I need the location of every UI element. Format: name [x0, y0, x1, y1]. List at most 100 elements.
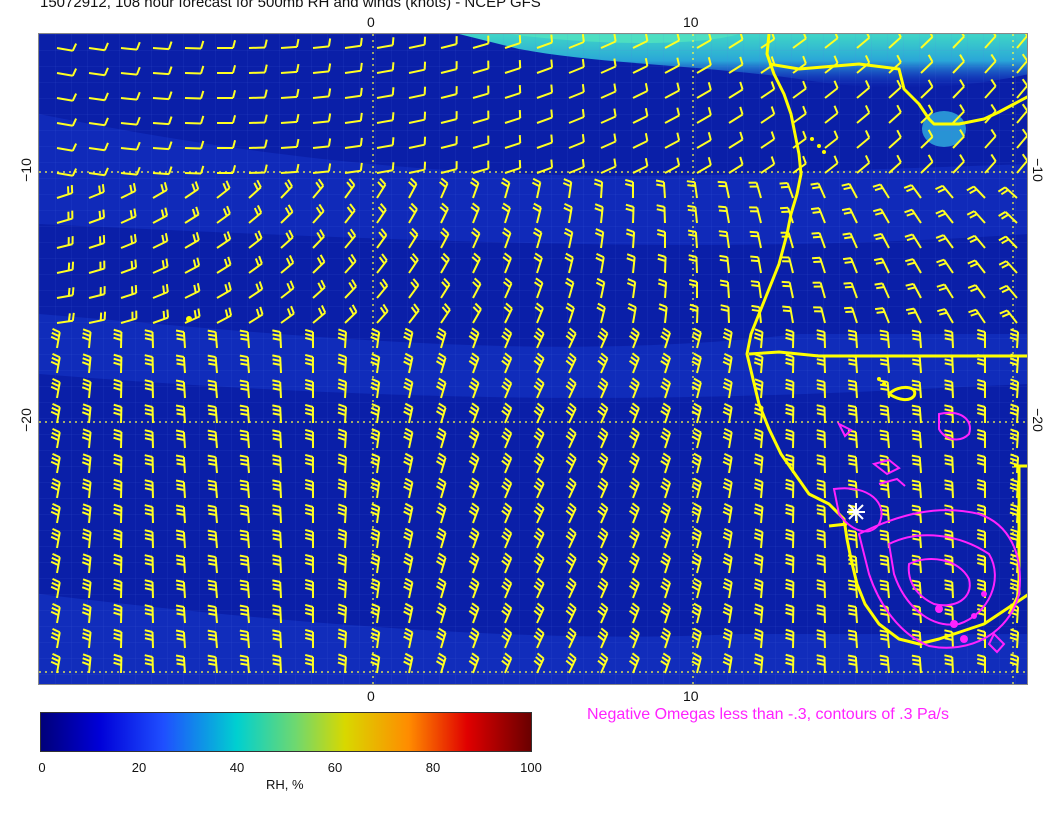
wind-barb-staff	[184, 47, 202, 50]
wind-barb-flag	[240, 637, 249, 642]
wind-barb-flag	[327, 138, 332, 147]
wind-barb-flag	[207, 608, 217, 613]
wind-barb-flag	[67, 313, 71, 322]
wind-barb-staff	[248, 171, 266, 174]
wind-barb-flag	[879, 379, 888, 384]
wind-barb-staff	[632, 231, 636, 249]
wind-barb-flag	[239, 433, 249, 438]
wind-barb-flag	[207, 454, 216, 459]
colorbar-tick-40: 40	[229, 760, 245, 775]
wind-barb-flag	[207, 354, 216, 359]
wind-barb-flag	[391, 162, 395, 171]
wind-barb-flag	[207, 433, 217, 438]
wind-barb-flag	[581, 34, 585, 43]
wind-barb-flag	[208, 637, 217, 642]
wind-barb-flag	[359, 62, 363, 71]
wind-barb-staff	[152, 72, 170, 76]
wind-barb-staff	[184, 172, 202, 175]
wind-barb-flag	[130, 235, 134, 244]
wind-barb-flag	[811, 231, 820, 235]
wind-barb-staff	[152, 47, 170, 51]
colorbar-tick-80: 80	[425, 760, 441, 775]
wind-barb-staff	[662, 181, 666, 199]
wind-barb-flag	[879, 454, 888, 459]
wind-barb-flag	[391, 112, 395, 121]
wind-barb-flag	[207, 479, 216, 484]
colorbar-tick-100: 100	[520, 760, 542, 775]
wind-barb-flag	[133, 233, 137, 243]
wind-barb-flag	[581, 58, 585, 68]
wind-barb-staff	[152, 147, 170, 151]
wind-barb-flag	[239, 629, 248, 634]
wind-barb-flag	[912, 562, 921, 567]
wind-barb-flag	[911, 329, 920, 334]
wind-barb-flag	[208, 537, 217, 542]
wind-barb-staff	[280, 145, 298, 149]
wind-barb-flag	[879, 404, 888, 409]
wind-barb-flag	[240, 662, 249, 667]
wind-barb-staff	[664, 256, 667, 274]
wind-barb-flag	[239, 458, 249, 463]
colorbar-tick-60: 60	[327, 760, 343, 775]
wind-barb-flag	[239, 608, 249, 613]
wind-barb-flag	[879, 633, 889, 638]
wind-barb-flag	[239, 579, 248, 584]
wind-barb-flag	[912, 487, 921, 492]
wind-barb-flag	[239, 479, 248, 484]
wind-barb-flag	[719, 234, 728, 238]
wind-barb-flag	[879, 558, 889, 563]
wind-barb-flag	[208, 512, 217, 517]
wind-barb-flag	[879, 358, 889, 363]
right-lat-tick-20: −20	[1029, 408, 1046, 432]
wind-barb-flag	[327, 38, 332, 47]
wind-barb-flag	[98, 185, 102, 194]
wind-barb-staff	[726, 281, 730, 299]
wind-barb-flag	[239, 383, 249, 388]
wind-barb-flag	[391, 137, 395, 146]
wind-barb-flag	[207, 358, 217, 363]
wind-barb-staff	[184, 122, 202, 125]
wind-barb-flag	[879, 529, 888, 534]
wind-barb-flag	[912, 412, 921, 417]
wind-barb-staff	[694, 231, 698, 249]
wind-barb-flag	[208, 462, 217, 467]
colorbar-tick-20: 20	[131, 760, 147, 775]
wind-barb-flag	[751, 308, 760, 313]
wind-barb-flag	[197, 308, 201, 317]
map-panel	[38, 33, 1028, 685]
wind-barb-flag	[162, 310, 166, 319]
wind-barb-flag	[239, 408, 249, 413]
wind-barb-flag	[581, 158, 585, 168]
wind-barb-flag	[71, 312, 75, 321]
wind-barb-flag	[912, 437, 921, 442]
omega-contour-note: Negative Omegas less than -.3, contours …	[587, 706, 949, 723]
wind-barb-flag	[844, 285, 853, 289]
wind-barb-flag	[239, 554, 248, 559]
wind-barb-flag	[359, 162, 363, 171]
wind-barb-flag	[207, 583, 217, 588]
wind-barb-staff	[280, 95, 298, 99]
wind-barb-flag	[165, 258, 169, 267]
lat-lon-grid	[39, 34, 1027, 684]
wind-barb-staff	[280, 170, 298, 174]
wind-barb-flag	[911, 333, 921, 338]
wind-barb-flag	[718, 205, 727, 209]
wind-barb-flag	[581, 108, 585, 118]
wind-barb-flag	[208, 662, 217, 667]
wind-barb-flag	[98, 210, 102, 219]
wind-barb-flag	[874, 282, 883, 286]
wind-barb-flag	[750, 255, 759, 259]
wind-barb-flag	[359, 137, 363, 146]
wind-barb-flag	[239, 583, 249, 588]
wind-barb-flag	[550, 34, 554, 43]
wind-barb-flag	[207, 629, 216, 634]
wind-barb-staff	[663, 206, 666, 224]
wind-barb-flag	[207, 579, 216, 584]
wind-barb-flag	[207, 329, 216, 334]
bottom-lon-tick-0: 0	[367, 688, 375, 704]
wind-barb-flag	[161, 260, 165, 269]
wind-barb-flag	[874, 307, 884, 311]
wind-barb-flag	[130, 260, 134, 269]
wind-barb-flag	[327, 163, 332, 172]
wind-barb-flag	[911, 508, 921, 513]
